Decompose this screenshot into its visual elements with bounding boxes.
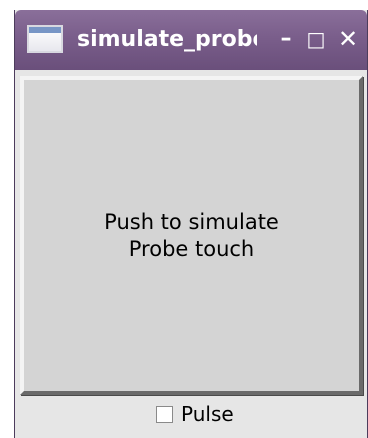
pulse-toggle[interactable]: Pulse [156, 402, 234, 426]
title-bar[interactable]: simulate_probe – □ ✕ [15, 10, 367, 70]
maximize-button[interactable]: □ [303, 24, 329, 54]
window-icon [27, 25, 63, 53]
close-button[interactable]: ✕ [335, 24, 361, 54]
app-window: simulate_probe – □ ✕ Push to simulate Pr… [14, 10, 368, 438]
window-title: simulate_probe [77, 27, 257, 52]
pulse-checkbox[interactable] [156, 405, 173, 423]
minimize-button[interactable]: – [273, 24, 299, 54]
simulate-button-label: Push to simulate Probe touch [104, 209, 279, 261]
window-content: Push to simulate Probe touch Pulse [15, 70, 367, 438]
pulse-label[interactable]: Pulse [181, 402, 234, 426]
simulate-probe-touch-button[interactable]: Push to simulate Probe touch [20, 76, 363, 395]
